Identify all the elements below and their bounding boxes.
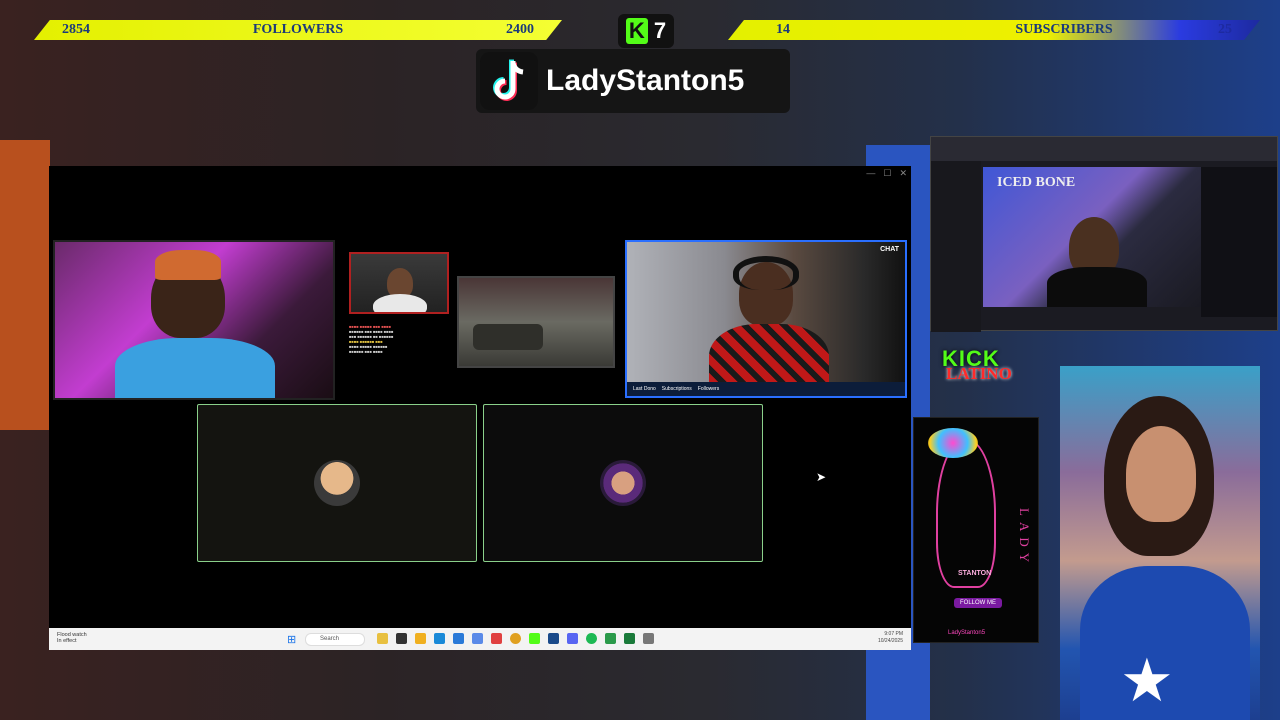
- stanton-label: STANTON: [958, 570, 992, 577]
- star-icon: ★: [1120, 647, 1174, 714]
- streamer-shirt: [1047, 267, 1147, 307]
- followers-count-left: 2854: [62, 22, 90, 37]
- taskbar-apps: [377, 633, 654, 644]
- followers-label: Followers: [697, 386, 720, 392]
- kick-logo-icon: K: [625, 18, 648, 44]
- lady-silhouette: [936, 438, 996, 588]
- subscribers-count-right: 25: [1217, 22, 1232, 37]
- lady-handle: LadyStanton5: [948, 630, 986, 636]
- settings-icon[interactable]: [643, 633, 654, 644]
- subscribers-banner: 14 SUBSCRIBERS 25: [728, 20, 1260, 40]
- voice-call-tile-2[interactable]: [483, 404, 763, 562]
- kick-viewer-count: 7: [653, 18, 667, 43]
- app-icon[interactable]: [605, 633, 616, 644]
- guest-webcam-1: [53, 240, 335, 400]
- window-controls: — ☐ ✕: [866, 168, 907, 179]
- file-explorer-icon[interactable]: [377, 633, 388, 644]
- app-icon[interactable]: [472, 633, 483, 644]
- desktop-capture-window: — ☐ ✕ ■■■■ ■■■■■ ■■■ ■■■■ ■■■■■■ ■■■ ■■■…: [49, 166, 911, 650]
- maximize-icon[interactable]: ☐: [883, 168, 891, 179]
- clock-time: 9:07 PM: [884, 631, 903, 637]
- browser-chat-panel: [1201, 167, 1277, 317]
- folder-icon[interactable]: [415, 633, 426, 644]
- followers-label: FOLLOWERS: [252, 22, 344, 37]
- clock-date: 10/24/2025: [877, 638, 903, 644]
- game-capture: [457, 276, 615, 368]
- kick-badge: K 7: [618, 14, 674, 48]
- participant-avatar: [600, 460, 646, 506]
- excel-icon[interactable]: [624, 633, 635, 644]
- guest-shirt: [373, 294, 427, 312]
- discord-icon[interactable]: [567, 633, 578, 644]
- tiktok-username: LadyStanton5: [546, 64, 745, 97]
- browser-capture: ICED BONE: [930, 136, 1278, 332]
- chrome-icon[interactable]: [510, 633, 521, 644]
- host-webcam: ★: [1060, 366, 1260, 720]
- app-icon[interactable]: [529, 633, 540, 644]
- minimize-icon[interactable]: —: [866, 168, 875, 179]
- app-icon[interactable]: [453, 633, 464, 644]
- taskbar-search-box[interactable]: Search: [305, 633, 365, 646]
- subscriptions-label: Subscriptions: [661, 386, 692, 392]
- close-icon[interactable]: ✕: [899, 168, 907, 179]
- guest-shirt: [115, 338, 275, 398]
- search-placeholder: Search: [320, 636, 340, 642]
- follow-me-button[interactable]: FOLLOW ME: [954, 598, 1003, 608]
- background-tile: [0, 140, 50, 430]
- guest-webcam-2: [349, 252, 449, 314]
- app-icon[interactable]: [396, 633, 407, 644]
- tiktok-username-badge: LadyStanton5: [476, 49, 790, 113]
- host-face: [1126, 426, 1196, 522]
- app-icon[interactable]: [491, 633, 502, 644]
- kick-latino-logo: KICK LATINO: [942, 346, 1048, 386]
- followers-count-right: 2400: [506, 22, 534, 37]
- game-vehicle: [473, 324, 543, 350]
- weather-line-2: In effect: [57, 638, 77, 644]
- stream-info-bar: Last Dono Subscriptions Followers: [627, 382, 905, 396]
- mini-chat-feed: ■■■■ ■■■■■ ■■■ ■■■■ ■■■■■■ ■■■ ■■■■ ■■■■…: [349, 324, 394, 354]
- tiktok-logo-icon: [480, 52, 538, 110]
- system-tray[interactable]: 9:07 PM 10/24/2025: [878, 631, 903, 645]
- voice-call-tile-1[interactable]: [197, 404, 477, 562]
- headphones-icon: [733, 256, 799, 290]
- rainbow-splash: [928, 428, 978, 458]
- subscribers-label: SUBSCRIBERS: [1015, 22, 1113, 37]
- windows-taskbar: Flood watch In effect ⊞ Search 9:07 PM 1…: [49, 628, 911, 650]
- guest-webcam-3: CHAT Last Dono Subscriptions Followers: [625, 240, 907, 398]
- browser-tab-bar: [931, 137, 1277, 161]
- lady-side-text: LADY: [1017, 508, 1032, 569]
- spotify-icon[interactable]: [586, 633, 597, 644]
- edge-browser-icon[interactable]: [434, 633, 445, 644]
- mouse-cursor-icon: ➤: [816, 470, 827, 484]
- weather-widget[interactable]: Flood watch In effect: [57, 632, 87, 644]
- last-dono-label: Last Dono: [633, 386, 656, 392]
- subscribers-count-left: 14: [776, 22, 790, 37]
- stream-overlay: 2854 FOLLOWERS 2400 K 7 14 SUBSCRIBERS 2…: [0, 0, 1280, 720]
- lady-stanton-panel: LADY STANTON FOLLOW ME LadyStanton5: [913, 417, 1039, 643]
- steam-icon[interactable]: [548, 633, 559, 644]
- browser-sidebar: [931, 161, 981, 332]
- windows-start-icon[interactable]: ⊞: [287, 633, 296, 646]
- chat-badge: CHAT: [880, 246, 899, 253]
- participant-avatar: [314, 460, 360, 506]
- channel-overlay-text: ICED BONE: [997, 175, 1076, 190]
- kick-latino-line2: LATINO: [946, 364, 1012, 383]
- guest-bandana: [155, 250, 221, 280]
- followers-banner: 2854 FOLLOWERS 2400: [34, 20, 562, 40]
